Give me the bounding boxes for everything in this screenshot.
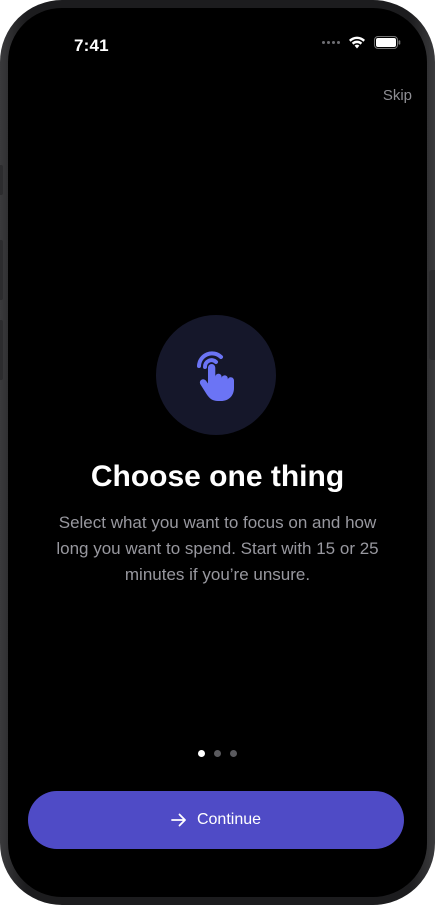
page-dot-2[interactable] — [214, 750, 221, 757]
wifi-icon — [349, 36, 365, 49]
page-dot-1[interactable] — [198, 750, 205, 757]
continue-button[interactable]: Continue — [28, 791, 404, 849]
status-icons — [322, 36, 401, 49]
hero-icon-circle — [156, 315, 276, 435]
screen: 7:41 Skip Choose one thing Select what y… — [8, 8, 427, 897]
cellular-signal-icon — [322, 41, 340, 44]
battery-icon — [374, 36, 401, 49]
arrow-right-icon — [171, 813, 186, 827]
page-dot-3[interactable] — [230, 750, 237, 757]
tap-hand-icon — [197, 351, 234, 401]
side-drawer-handle — [429, 270, 435, 360]
page-indicator[interactable] — [8, 750, 427, 757]
onboarding-title: Choose one thing — [90, 460, 345, 493]
status-time: 7:41 — [74, 36, 109, 55]
mute-switch — [0, 165, 3, 195]
skip-button[interactable]: Skip — [383, 87, 412, 104]
status-bar: 7:41 — [8, 8, 427, 68]
continue-label: Continue — [196, 811, 262, 828]
volume-up-button — [0, 240, 3, 300]
onboarding-description: Select what you want to focus on and how… — [56, 513, 379, 584]
volume-down-button — [0, 320, 3, 380]
phone-frame: 7:41 Skip Choose one thing Select what y… — [0, 0, 435, 905]
